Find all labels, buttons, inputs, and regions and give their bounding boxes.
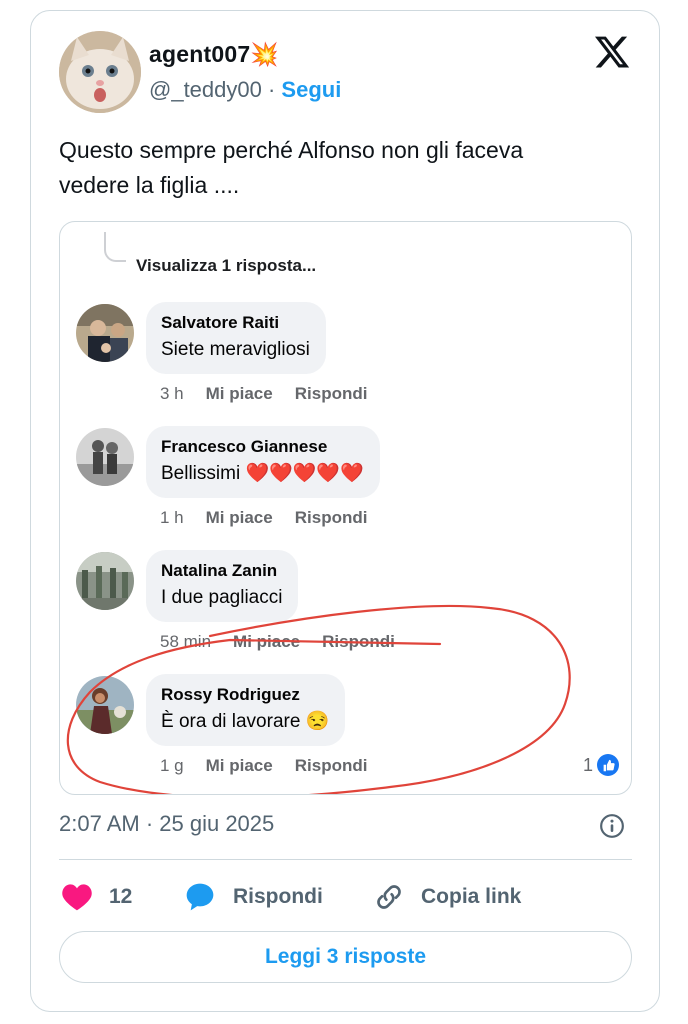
x-logo-icon[interactable] xyxy=(593,33,631,71)
tweet-text: Questo sempre perché Alfonso non gli fac… xyxy=(59,137,524,198)
follow-button[interactable]: Segui xyxy=(281,77,341,102)
commenter-avatar xyxy=(76,304,134,362)
commenter-avatar xyxy=(76,552,134,610)
read-replies-button[interactable]: Leggi 3 risposte xyxy=(59,931,632,983)
comment-like-link: Mi piace xyxy=(233,632,301,651)
author-avatar[interactable] xyxy=(59,31,141,113)
like-button[interactable]: 12 xyxy=(61,877,132,917)
comment-reply-link: Rispondi xyxy=(294,756,368,775)
tweet-media-image[interactable]: Visualizza 1 risposta... Salvatore Raiti… xyxy=(59,221,632,795)
comment-reply-link: Rispondi xyxy=(322,632,395,651)
comment-actions: 1 h Mi piace Rispondi xyxy=(160,508,389,528)
comment-actions: 1 g Mi piace Rispondi xyxy=(160,756,389,776)
comment-time: 1 g xyxy=(160,756,184,775)
comment-actions: 58 min Mi piace Rispondi xyxy=(160,632,417,652)
reply-label: Rispondi xyxy=(233,885,323,908)
commenter-name: Salvatore Raiti xyxy=(161,313,280,332)
thumbs-up-icon xyxy=(597,754,619,776)
tweet-timestamp[interactable]: 2:07 AM · 25 giu 2025 xyxy=(59,811,274,837)
speech-bubble-icon xyxy=(186,883,214,911)
commenter-avatar xyxy=(76,428,134,486)
like-count: 12 xyxy=(109,885,133,908)
info-icon[interactable] xyxy=(599,813,625,839)
tweet-card: agent007💥 @_teddy00 · Segui Questo sempr… xyxy=(30,10,660,1012)
author-handle[interactable]: @_teddy00 xyxy=(149,77,262,102)
comment-reaction-count: 1 xyxy=(583,754,619,776)
comment-time: 1 h xyxy=(160,508,184,527)
author-display-name[interactable]: agent007💥 xyxy=(149,41,279,68)
comment-bubble: Natalina Zanin I due pagliacci xyxy=(146,550,299,622)
commenter-name: Francesco Giannese xyxy=(161,437,328,456)
reaction-count-value: 1 xyxy=(582,754,593,775)
comment-reply-link: Rispondi xyxy=(294,384,368,403)
comment-bubble: Rossy Rodriguez È ora di lavorare 😒 xyxy=(146,674,346,746)
copy-link-label: Copia link xyxy=(421,885,522,908)
comment-like-link: Mi piace xyxy=(205,756,273,775)
view-replies-link: Visualizza 1 risposta... xyxy=(136,256,317,275)
link-icon xyxy=(377,885,401,909)
reply-button[interactable]: Rispondi xyxy=(183,877,323,917)
comment-text: Siete meravigliosi xyxy=(161,339,310,360)
comment-text: Bellissimi ❤️❤️❤️❤️❤️ xyxy=(161,463,364,484)
copy-link-button[interactable]: Copia link xyxy=(373,877,521,917)
comment-time: 3 h xyxy=(160,384,184,403)
tweet-actions: 12 Rispondi Copia link xyxy=(59,877,632,917)
comment-bubble: Salvatore Raiti Siete meravigliosi xyxy=(146,302,326,374)
comment-time: 58 min xyxy=(160,632,212,651)
commenter-name: Rossy Rodriguez xyxy=(161,685,300,704)
comment-like-link: Mi piace xyxy=(205,384,273,403)
author-handle-line: @_teddy00 · Segui xyxy=(149,77,341,103)
handle-separator: · xyxy=(261,77,282,102)
commenter-avatar xyxy=(76,676,134,734)
heart-icon xyxy=(62,884,92,911)
comment-bubble: Francesco Giannese Bellissimi ❤️❤️❤️❤️❤️ xyxy=(146,426,380,498)
comment-text: È ora di lavorare 😒 xyxy=(161,711,330,732)
comment-text: I due pagliacci xyxy=(161,587,283,608)
comment-reply-link: Rispondi xyxy=(294,508,368,527)
comment-like-link: Mi piace xyxy=(205,508,273,527)
thread-connector-line xyxy=(104,232,126,262)
commenter-name: Natalina Zanin xyxy=(161,561,278,580)
divider xyxy=(59,859,632,860)
comment-actions: 3 h Mi piace Rispondi xyxy=(160,384,389,404)
